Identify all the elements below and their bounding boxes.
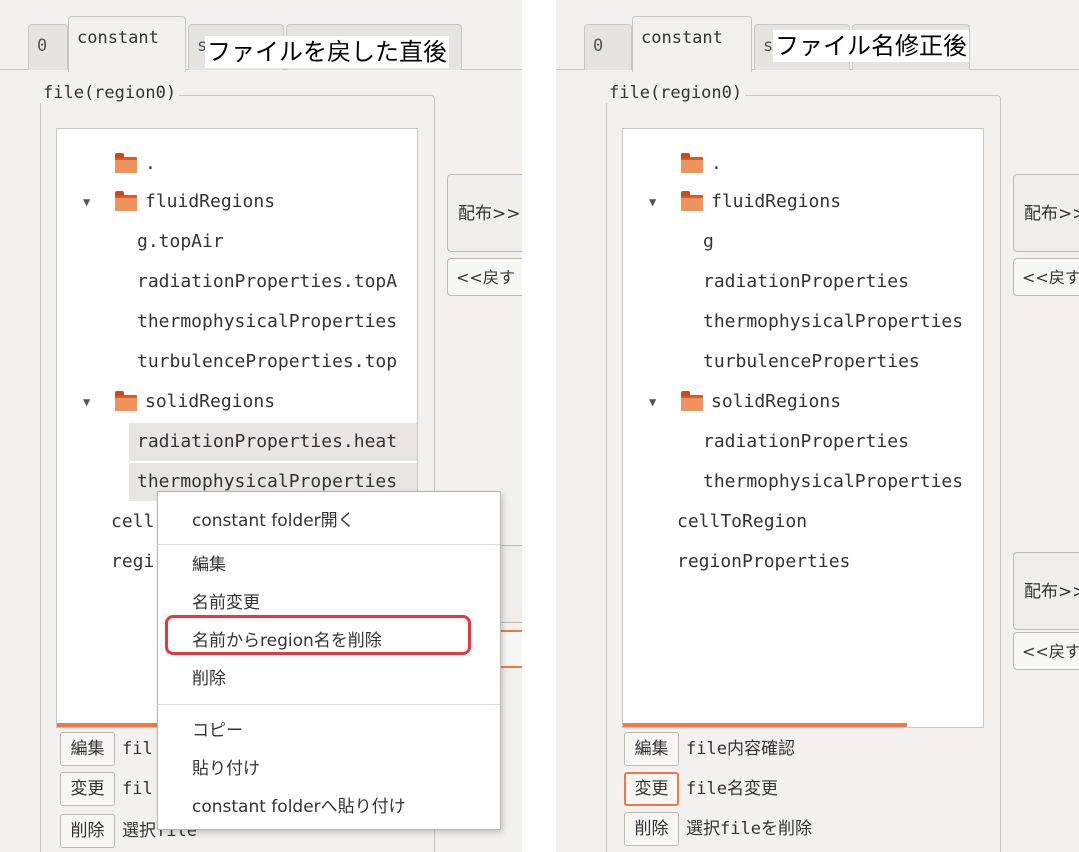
rename-button[interactable]: 変更	[60, 772, 115, 806]
delete-button[interactable]: 削除	[60, 814, 115, 848]
edit-label: fil	[122, 739, 153, 759]
delete-label: 選択fileを削除	[686, 819, 812, 839]
tree-item-file[interactable]: radiationProperties	[623, 263, 983, 301]
tree-item-root[interactable]: .	[623, 145, 983, 183]
distribute-button-2[interactable]: 配布>>	[1013, 552, 1079, 630]
tree-item-solidRegions[interactable]: ▼ solidRegions	[57, 383, 417, 421]
tab-0[interactable]: 0	[28, 24, 68, 70]
tree-item-fluidRegions[interactable]: ▼ fluidRegions	[623, 183, 983, 221]
menu-open-folder[interactable]: constant folder開く	[158, 502, 500, 540]
folder-icon	[115, 391, 137, 411]
return-button[interactable]: <<戻す	[1013, 258, 1079, 296]
tree-item-file-selected[interactable]: radiationProperties.heat	[129, 423, 417, 461]
tree-item-file[interactable]: thermophysicalProperties	[623, 463, 983, 501]
return-button-2[interactable]: <<戻す	[1013, 632, 1079, 670]
file-tree[interactable]: . ▼ fluidRegions g radiationProperties t…	[622, 128, 984, 728]
right-panel: 0 constant s file(region0) . ▼ fluidRegi…	[556, 0, 1079, 852]
folder-icon	[681, 153, 703, 173]
annotation-label: ファイル名修正後	[773, 30, 969, 62]
tree-item-file[interactable]: cellToRegion	[623, 503, 983, 541]
tree-item-label: .	[711, 153, 722, 174]
menu-separator	[158, 544, 500, 545]
delete-button[interactable]: 削除	[624, 812, 679, 846]
tree-item-label: fluidRegions	[145, 191, 276, 212]
tree-item-root[interactable]: .	[57, 145, 417, 183]
tree-item-label: solidRegions	[711, 391, 842, 412]
tree-item-file[interactable]: g.topAir	[57, 223, 417, 261]
return-button[interactable]: <<戻す	[447, 258, 522, 296]
rename-button[interactable]: 変更	[624, 772, 679, 806]
rename-label: fil	[122, 779, 153, 799]
context-menu: constant folder開く 編集 名前変更 名前からregion名を削除…	[157, 491, 501, 830]
tree-item-label: .	[145, 153, 156, 174]
tree-item-fluidRegions[interactable]: ▼ fluidRegions	[57, 183, 417, 221]
menu-copy[interactable]: コピー	[158, 712, 500, 750]
folder-icon	[115, 153, 137, 173]
edit-button[interactable]: 編集	[60, 732, 115, 766]
distribute-button[interactable]: 配布>>	[447, 174, 522, 252]
menu-paste[interactable]: 貼り付け	[158, 750, 500, 788]
expander-down-icon[interactable]: ▼	[83, 383, 90, 421]
tree-item-solidRegions[interactable]: ▼ solidRegions	[623, 383, 983, 421]
edit-label: file内容確認	[686, 739, 795, 759]
expander-down-icon[interactable]: ▼	[649, 183, 656, 221]
tree-item-file[interactable]: radiationProperties.topA	[57, 263, 417, 301]
tab-constant[interactable]: constant	[68, 16, 186, 72]
menu-edit[interactable]: 編集	[158, 546, 500, 584]
group-label: file(region0)	[606, 83, 746, 103]
group-label: file(region0)	[40, 83, 180, 103]
folder-icon	[681, 191, 703, 211]
menu-paste-to-folder[interactable]: constant folderへ貼り付け	[158, 788, 500, 826]
expander-down-icon[interactable]: ▼	[649, 383, 656, 421]
tree-item-file[interactable]: radiationProperties	[623, 423, 983, 461]
distribute-button[interactable]: 配布>>	[1013, 174, 1079, 252]
tree-item-label: solidRegions	[145, 391, 276, 412]
tree-item-file[interactable]: turbulenceProperties	[623, 343, 983, 381]
tree-item-file[interactable]: turbulenceProperties.top	[57, 343, 417, 381]
tree-item-file[interactable]: g	[623, 223, 983, 261]
tree-item-file[interactable]: thermophysicalProperties	[57, 303, 417, 341]
highlight-box	[165, 615, 471, 655]
annotation-label: ファイルを戻した直後	[205, 36, 449, 68]
menu-separator	[158, 704, 500, 705]
progress-bar	[623, 723, 907, 727]
tree-item-file[interactable]: regionProperties	[623, 543, 983, 581]
tab-constant[interactable]: constant	[632, 16, 752, 72]
folder-icon	[681, 391, 703, 411]
tree-item-label: fluidRegions	[711, 191, 842, 212]
rename-label: file名変更	[686, 779, 778, 799]
expander-down-icon[interactable]: ▼	[83, 183, 90, 221]
folder-icon	[115, 191, 137, 211]
menu-delete[interactable]: 削除	[158, 660, 500, 698]
tree-item-file[interactable]: thermophysicalProperties	[623, 303, 983, 341]
tab-0[interactable]: 0	[584, 24, 632, 70]
left-panel: 0 constant s file(region0) . ▼ fluidRegi…	[0, 0, 522, 852]
edit-button[interactable]: 編集	[624, 732, 679, 766]
